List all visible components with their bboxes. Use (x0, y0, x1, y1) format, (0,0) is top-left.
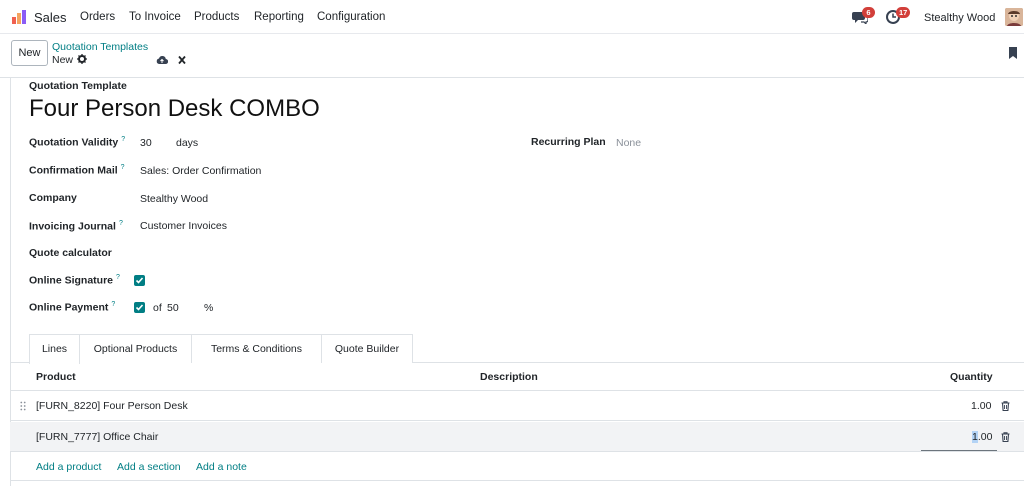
tab-lines[interactable]: Lines (29, 334, 80, 364)
online-signature-checkbox[interactable] (134, 275, 145, 286)
user-avatar[interactable] (1005, 8, 1023, 26)
quantity-input-underline (921, 450, 997, 451)
save-cloud-icon[interactable] (156, 55, 168, 65)
validity-unit: days (176, 137, 199, 149)
app-name[interactable]: Sales (34, 10, 67, 25)
online-payment-checkbox[interactable] (134, 302, 145, 313)
gear-icon[interactable] (77, 54, 87, 64)
notebook-tabs: Lines Optional Products Terms & Conditio… (10, 334, 1024, 364)
messages-badge: 6 (862, 7, 875, 18)
add-line-row: Add a product Add a section Add a note (10, 453, 1024, 481)
user-name[interactable]: Stealthy Wood (924, 12, 995, 24)
online-payment-label: Online Payment? (29, 301, 115, 314)
row-quantity-input[interactable]: 1.00 (972, 431, 992, 443)
discard-close-icon[interactable] (176, 55, 188, 65)
mail-label-text: Confirmation Mail (29, 164, 118, 177)
table-row[interactable]: [FURN_8220] Four Person Desk 1.00 (10, 391, 1024, 421)
new-button[interactable]: New (11, 40, 48, 66)
quote-calculator-label: Quote calculator (29, 247, 112, 259)
help-icon[interactable]: ? (111, 301, 115, 308)
top-navbar: Sales Orders To Invoice Products Reporti… (0, 0, 1024, 34)
help-icon[interactable]: ? (119, 220, 123, 227)
company-input[interactable]: Stealthy Wood (140, 193, 208, 205)
recurring-plan-input[interactable]: None (616, 137, 641, 149)
help-icon[interactable]: ? (121, 136, 125, 143)
checkmark-icon (135, 277, 144, 284)
prepayment-percent-input[interactable]: 50 (167, 302, 179, 314)
online-signature-label: Online Signature? (29, 274, 120, 287)
row-product[interactable]: [FURN_7777] Office Chair (36, 431, 158, 443)
validity-input[interactable]: 30 (140, 137, 152, 149)
validity-label-text: Quotation Validity (29, 136, 119, 149)
confirmation-mail-input[interactable]: Sales: Order Confirmation (140, 165, 261, 177)
sales-app-icon[interactable] (11, 9, 27, 25)
journal-label-text: Invoicing Journal (29, 220, 116, 233)
control-panel: New Quotation Templates New (0, 34, 1024, 78)
breadcrumb-current: New (52, 54, 74, 66)
model-label: Quotation Template (29, 80, 127, 92)
menu-reporting[interactable]: Reporting (254, 11, 304, 23)
trash-icon[interactable] (1001, 401, 1010, 411)
help-icon[interactable]: ? (121, 164, 125, 171)
add-product-link[interactable]: Add a product (36, 461, 101, 473)
avatar-face-icon (1005, 8, 1023, 26)
breadcrumb-quotation-templates[interactable]: Quotation Templates (52, 41, 148, 53)
menu-orders[interactable]: Orders (80, 11, 115, 23)
company-label: Company (29, 192, 77, 204)
drag-handle-icon[interactable] (20, 401, 26, 411)
validity-label: Quotation Validity? (29, 136, 125, 149)
signature-label-text: Online Signature (29, 274, 114, 287)
template-name-input[interactable]: Four Person Desk COMBO (29, 95, 320, 123)
quantity-rest-text: .00 (977, 431, 993, 443)
activities-badge: 17 (896, 7, 911, 18)
add-note-link[interactable]: Add a note (196, 461, 247, 473)
menu-products[interactable]: Products (194, 11, 239, 23)
invoicing-journal-input[interactable]: Customer Invoices (140, 220, 227, 232)
lines-table-header: Product Description Quantity (10, 363, 1024, 391)
invoicing-journal-label: Invoicing Journal? (29, 220, 123, 233)
column-product[interactable]: Product (36, 371, 76, 383)
tab-quote-builder[interactable]: Quote Builder (322, 334, 413, 363)
menu-to-invoice[interactable]: To Invoice (129, 11, 181, 23)
tab-terms-conditions[interactable]: Terms & Conditions (192, 334, 322, 363)
trash-icon[interactable] (1001, 432, 1010, 442)
table-row[interactable]: [FURN_7777] Office Chair 1.00 (10, 422, 1024, 452)
confirmation-mail-label: Confirmation Mail? (29, 164, 125, 177)
add-section-link[interactable]: Add a section (117, 461, 181, 473)
help-icon[interactable]: ? (116, 274, 120, 281)
column-quantity[interactable]: Quantity (950, 371, 993, 383)
percent-unit: % (204, 302, 214, 314)
payment-label-text: Online Payment (29, 301, 109, 314)
checkmark-icon (135, 304, 144, 311)
payment-of-text: of (153, 302, 162, 314)
column-description[interactable]: Description (480, 371, 538, 383)
row-quantity[interactable]: 1.00 (971, 400, 991, 412)
tab-optional-products[interactable]: Optional Products (80, 334, 192, 363)
row-product[interactable]: [FURN_8220] Four Person Desk (36, 400, 188, 412)
bookmark-icon[interactable] (1007, 46, 1019, 60)
menu-configuration[interactable]: Configuration (317, 11, 385, 23)
recurring-plan-label: Recurring Plan (531, 136, 606, 148)
